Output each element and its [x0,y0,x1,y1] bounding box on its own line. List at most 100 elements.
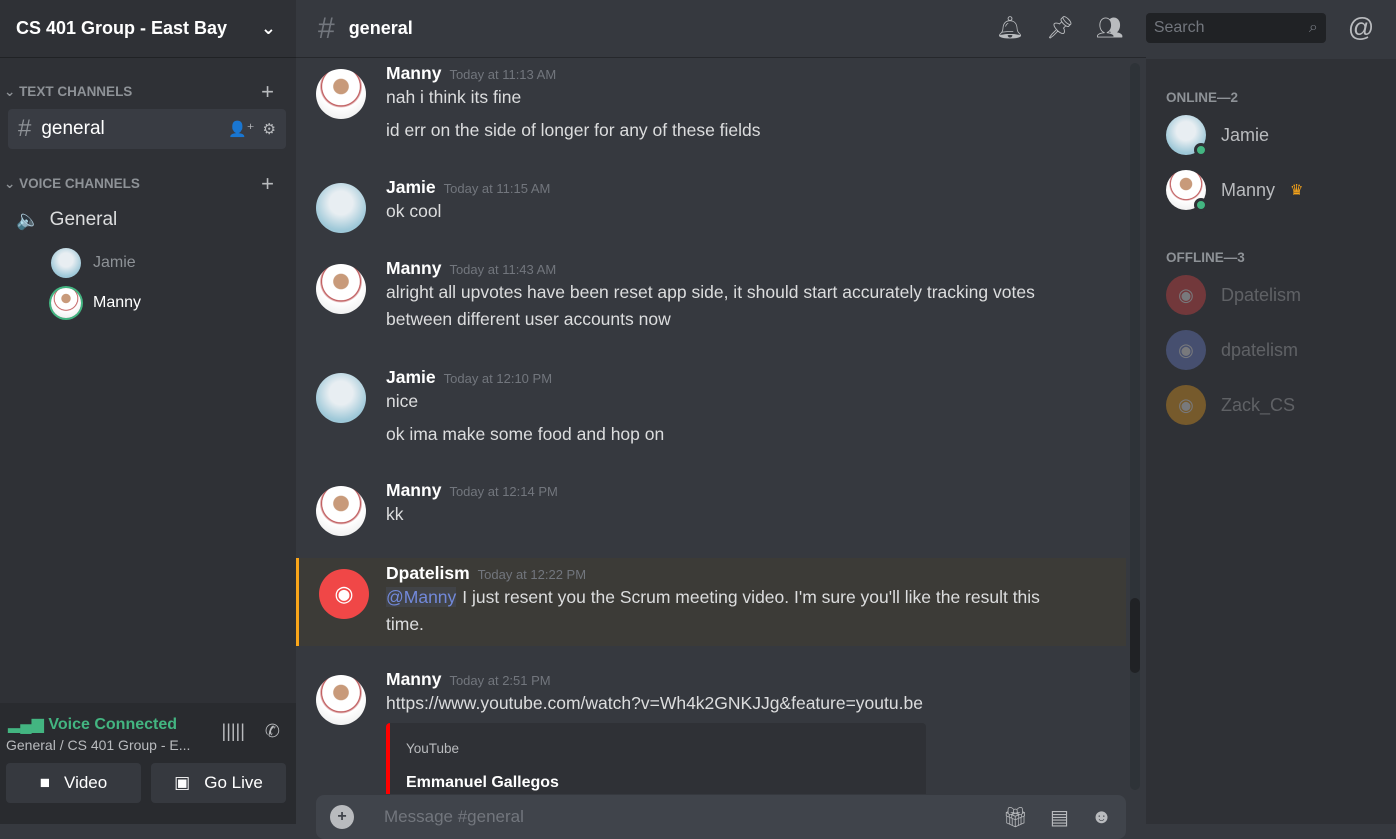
timestamp: Today at 2:51 PM [449,673,551,688]
message-group: Manny Today at 12:14 PM kk [296,480,1126,536]
author-name[interactable]: Dpatelism [386,563,470,583]
author-name[interactable]: Manny [386,480,441,500]
message-body: I just resent you the Scrum meeting vide… [386,587,1040,634]
text-channels-category[interactable]: ⌄ TEXT CHANNELS + [0,79,296,105]
search-input[interactable]: Search ⌕ [1145,12,1326,43]
message-text: @Manny I just resent you the Scrum meetin… [386,584,1066,638]
message-group: ◉ Dpatelism Today at 12:22 PM @Manny I just … [296,558,1126,646]
message-group: Manny Today at 11:13 AM nah i think its fi… [296,63,1126,144]
voice-location: General / CS 401 Group - E... [6,737,191,753]
mentions-icon[interactable]: @ [1348,12,1374,43]
timestamp: Today at 12:14 PM [449,484,558,499]
avatar[interactable] [316,486,366,536]
user-mention[interactable]: @Manny [386,587,457,607]
discord-avatar-icon[interactable]: ◉ [319,569,369,619]
noise-suppression-icon[interactable]: ||||| [222,721,245,742]
author-name[interactable]: Manny [386,669,441,689]
member-jamie[interactable]: Jamie [1166,115,1269,157]
pin-icon[interactable]: 📌︎ [1046,15,1074,41]
server-header[interactable]: CS 401 Group - East Bay ⌄ [0,0,296,58]
message-composer: + 🎁︎ ▤ ☻ [316,795,1126,839]
message-input[interactable] [384,807,981,827]
online-status-icon [1194,143,1208,157]
header-toolbar: 🔔︎ 📌︎ 👥︎ Search ⌕ @ [996,12,1374,43]
timestamp: Today at 12:10 PM [443,371,553,386]
timestamp: Today at 12:22 PM [477,567,587,582]
author-name[interactable]: Jamie [386,177,436,197]
avatar [51,288,81,318]
invite-icon[interactable]: 👤⁺ [228,120,255,138]
chevron-down-icon[interactable]: ⌄ [261,18,276,39]
chevron-icon: ⌄ [4,176,20,191]
bell-icon[interactable]: 🔔︎ [996,15,1024,41]
avatar [51,248,81,278]
go-live-button[interactable]: ▣ Go Live [151,763,286,803]
chevron-icon: ⌄ [4,84,20,99]
timestamp: Today at 11:13 AM [449,67,557,82]
scrollbar[interactable] [1130,63,1140,790]
avatar[interactable] [316,675,366,725]
member-manny[interactable]: Manny ♛ [1166,170,1304,212]
voice-channels-category[interactable]: ⌄ VOICE CHANNELS + [0,171,296,197]
message-group: Manny Today at 11:43 AM alright all upvote… [296,258,1126,333]
member-dpatelism[interactable]: ◉ Dpatelism [1166,275,1301,315]
camera-icon: ■ [39,773,51,792]
avatar[interactable] [316,183,366,233]
add-channel-icon[interactable]: + [261,79,274,105]
avatar[interactable] [316,373,366,423]
timestamp: Today at 11:15 AM [443,181,551,196]
discord-avatar-icon: ◉ [1166,275,1206,315]
embed-provider[interactable]: YouTube [406,741,910,756]
avatar[interactable] [316,69,366,119]
channel-title: general [348,18,413,38]
gear-icon[interactable]: ⚙ [263,120,276,138]
message-text: kk [386,504,404,524]
voice-status[interactable]: Voice Connected [48,716,177,733]
scrollbar-thumb[interactable] [1130,598,1140,673]
gift-icon[interactable]: 🎁︎ [1003,805,1028,830]
message-link[interactable]: https://www.youtube.com/watch?v=Wh4k2GNK… [386,690,1066,717]
member-dpatelism-2[interactable]: ◉ dpatelism [1166,330,1298,370]
members-icon[interactable]: 👥︎ [1096,15,1124,41]
voice-panel: ▂▄▆ Voice Connected General / CS 401 Gro… [0,703,296,824]
member-zack[interactable]: ◉ Zack_CS [1166,385,1295,425]
author-name[interactable]: Jamie [386,367,436,387]
voice-user[interactable]: Manny [51,288,141,318]
message-text: nice [386,391,419,411]
message-text: ok ima make some food and hop on [386,424,665,444]
online-status-icon [1194,198,1208,212]
add-attachment-icon[interactable]: + [330,805,354,829]
avatar[interactable] [316,264,366,314]
server-name: CS 401 Group - East Bay [16,18,228,38]
disconnect-icon[interactable]: ✆ [265,721,280,742]
add-channel-icon[interactable]: + [261,171,274,197]
member-list: ONLINE—2 Jamie Manny ♛ OFFLINE—3 ◉ Dpateli… [1146,59,1396,824]
voice-user[interactable]: Jamie [51,248,136,278]
crown-icon: ♛ [1290,182,1304,199]
screen-share-icon: ▣ [174,773,191,792]
embed-title[interactable]: Emmanuel Gallegos [406,774,910,792]
author-name[interactable]: Manny [386,63,441,83]
emoji-icon[interactable]: ☻ [1091,806,1112,829]
message-text: id err on the side of longer for any of … [386,120,761,140]
search-icon: ⌕ [1308,18,1318,36]
message-group: Jamie Today at 12:10 PM nice ok ima make so… [296,367,1126,448]
hash-icon: # [18,115,32,142]
timestamp: Today at 11:43 AM [449,262,557,277]
video-button[interactable]: ■ Video [6,763,141,803]
offline-header: OFFLINE—3 [1166,250,1245,265]
hash-icon: # [318,11,335,45]
gif-icon[interactable]: ▤ [1050,805,1069,830]
speaker-icon: 🔈 [16,210,40,231]
channel-general[interactable]: # general 👤⁺ ⚙ [8,109,286,149]
discord-avatar-icon: ◉ [1166,330,1206,370]
link-embed: YouTube Emmanuel Gallegos [386,723,926,794]
message-group: Jamie Today at 11:15 AM ok cool [296,177,1126,233]
voice-channel-general[interactable]: 🔈 General [16,208,117,232]
message-group: Manny Today at 2:51 PM https://www.youtube… [296,669,1126,794]
author-name[interactable]: Manny [386,258,441,278]
message-text: alright all upvotes have been reset app … [386,282,1035,329]
online-header: ONLINE—2 [1166,90,1239,105]
channel-sidebar: CS 401 Group - East Bay ⌄ ⌄ TEXT CHANNEL… [0,0,296,824]
avatar [1166,115,1208,157]
